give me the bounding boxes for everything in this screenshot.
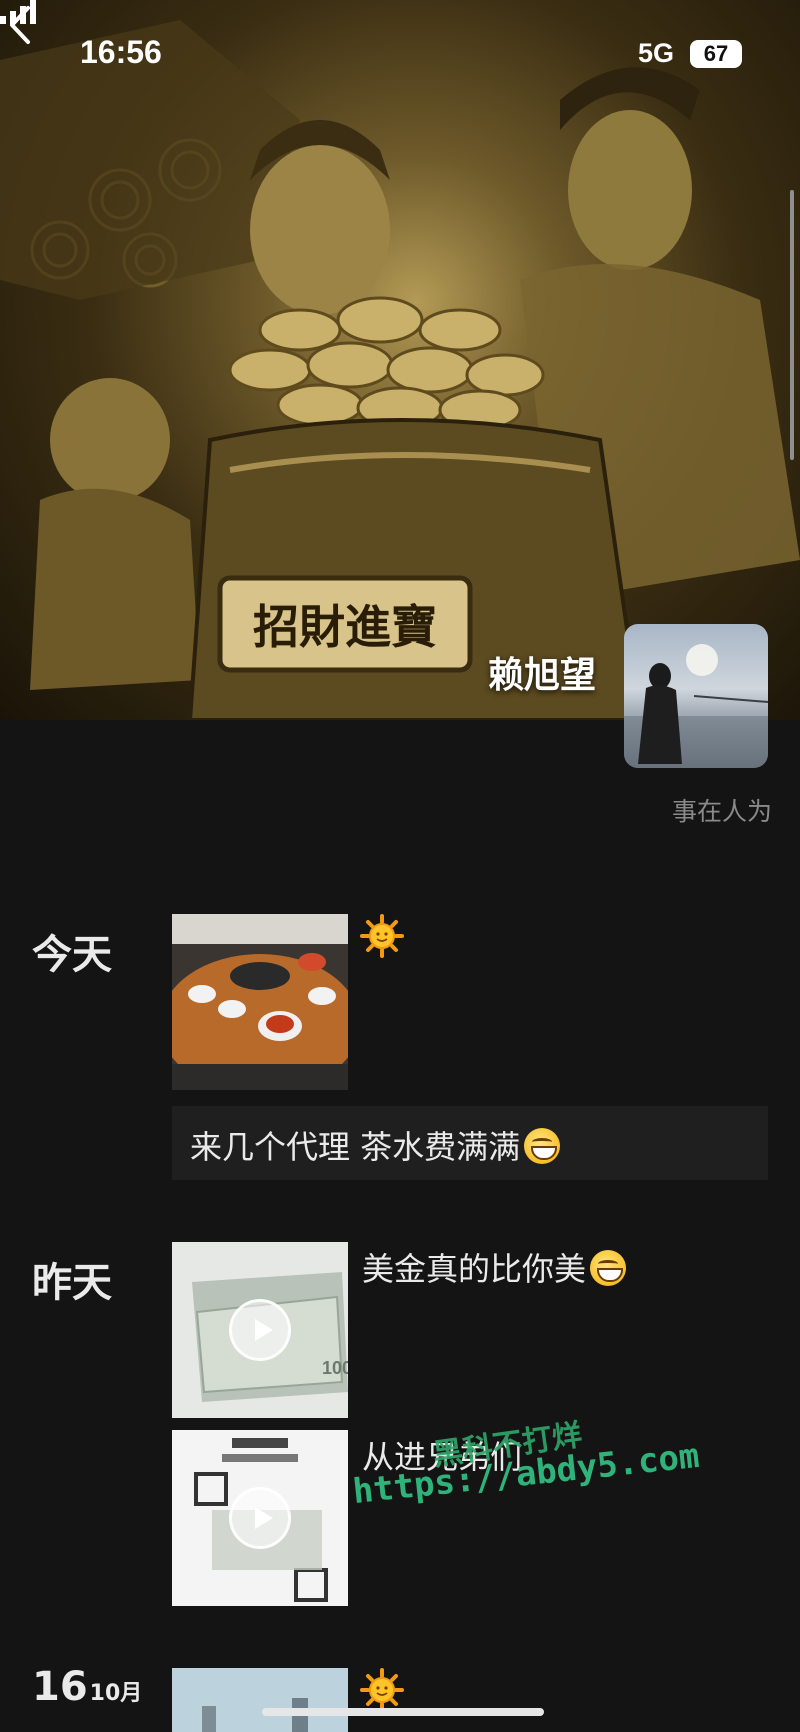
chevron-left-icon xyxy=(10,6,30,44)
profile-signature: 事在人为 xyxy=(671,797,772,826)
day-label-date: 1610月 xyxy=(32,1664,142,1710)
sun-emoji-icon xyxy=(360,914,404,958)
play-button[interactable] xyxy=(229,1299,291,1361)
battery-level: 67 xyxy=(703,41,729,66)
post-video-dollars[interactable]: 100 xyxy=(172,1242,348,1418)
home-indicator[interactable] xyxy=(262,1708,544,1716)
post-image-dinner[interactable] xyxy=(172,914,348,1090)
status-time: 16:56 xyxy=(80,34,162,70)
battery-icon: 67 xyxy=(690,40,742,68)
sun-emoji-icon xyxy=(360,1668,404,1712)
city-photo xyxy=(172,1668,348,1732)
post-text-box[interactable]: 来几个代理 茶水费满满 xyxy=(172,1106,768,1180)
profile-name: 赖旭望 xyxy=(487,655,596,696)
status-bar: 16:56 5G 67 xyxy=(0,0,800,110)
scroll-indicator[interactable] xyxy=(790,190,794,460)
avatar-photo xyxy=(624,644,768,768)
day-label-yesterday: 昨天 xyxy=(32,1260,112,1306)
post-image-city[interactable] xyxy=(172,1668,348,1732)
banknote-numeral: 100 xyxy=(322,1358,348,1378)
grinning-emoji-icon xyxy=(524,1128,561,1164)
day-label-today: 今天 xyxy=(32,932,112,978)
play-button[interactable] xyxy=(229,1487,291,1549)
back-button[interactable] xyxy=(0,0,40,50)
post-text-dollars: 美金真的比你美 xyxy=(362,1244,627,1290)
network-label: 5G xyxy=(638,38,675,68)
cover-image[interactable]: 招財進寶 16:56 5G 67 赖旭望 xyxy=(0,0,800,720)
day-month: 10月 xyxy=(89,1681,143,1706)
avatar[interactable] xyxy=(624,624,768,768)
dinner-photo xyxy=(172,914,348,1090)
post-video-brothers[interactable] xyxy=(172,1430,348,1606)
post-text-agents: 来几个代理 茶水费满满 xyxy=(190,1122,561,1168)
cover-plaque-text: 招財進寶 xyxy=(253,600,437,654)
grinning-emoji-icon xyxy=(590,1250,627,1286)
day-number: 16 xyxy=(32,1664,88,1710)
